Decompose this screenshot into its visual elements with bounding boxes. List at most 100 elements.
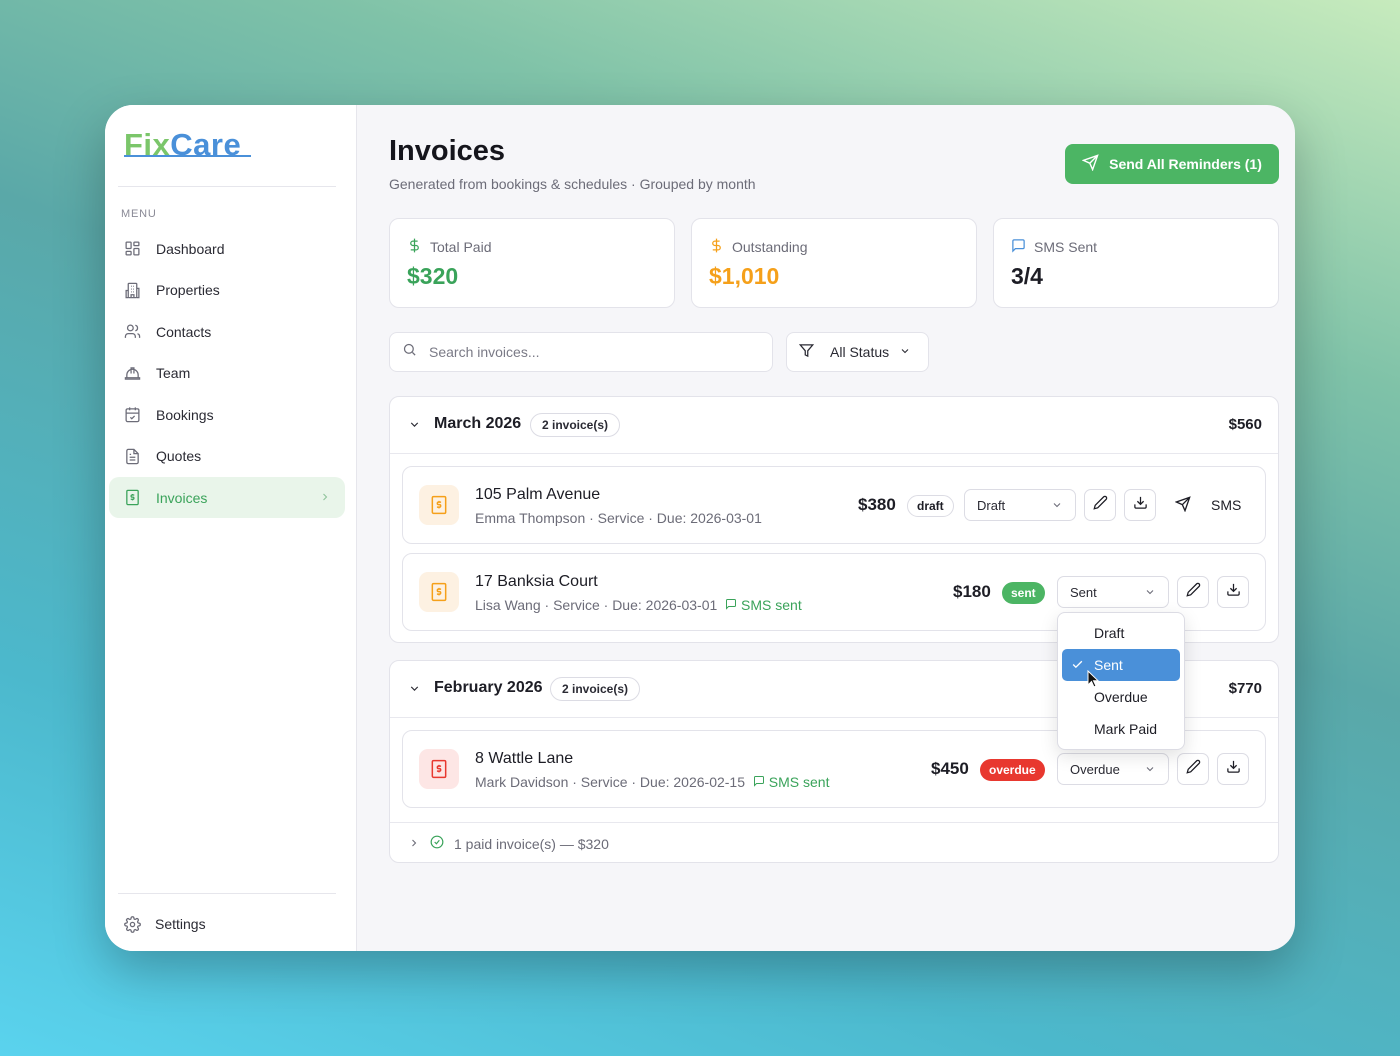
check-circle-icon bbox=[430, 835, 444, 852]
chevron-down-icon bbox=[1051, 499, 1063, 514]
chevron-down-icon[interactable] bbox=[408, 682, 421, 700]
option-label: Mark Paid bbox=[1094, 721, 1158, 737]
page-title: Invoices bbox=[389, 135, 506, 167]
sidebar-item-contacts[interactable]: Contacts bbox=[109, 311, 345, 352]
sms-sent-indicator: SMS sent bbox=[753, 774, 830, 790]
status-select-value: Overdue bbox=[1070, 761, 1120, 777]
status-select-value: Draft bbox=[977, 497, 1006, 513]
group-count-badge: 2 invoice(s) bbox=[530, 413, 621, 437]
mouse-cursor-icon bbox=[1087, 669, 1100, 693]
group-header[interactable]: March 2026 2 invoice(s) $560 bbox=[390, 397, 1278, 454]
invoice-row[interactable]: 105 Palm Avenue Emma Thompson · Service … bbox=[402, 466, 1266, 544]
status-select[interactable]: Draft bbox=[964, 489, 1076, 521]
app-window: FixCare MENU Dashboard Properties Contac… bbox=[105, 105, 1295, 951]
option-label: Overdue bbox=[1094, 689, 1148, 705]
invoice-title: 8 Wattle Lane bbox=[475, 750, 574, 767]
option-label: Draft bbox=[1094, 625, 1125, 641]
status-dropdown-menu: Draft Sent Overdue Mark Paid bbox=[1057, 612, 1185, 750]
sidebar-item-label: Quotes bbox=[156, 448, 202, 464]
dropdown-option-draft[interactable]: Draft bbox=[1062, 617, 1180, 649]
document-icon bbox=[122, 446, 142, 466]
sidebar-item-label: Bookings bbox=[156, 406, 214, 423]
sidebar-item-invoices[interactable]: Invoices bbox=[109, 477, 345, 518]
send-all-reminders-button[interactable]: Send All Reminders (1) bbox=[1065, 144, 1279, 184]
status-select[interactable]: Sent bbox=[1057, 576, 1169, 608]
send-all-reminders-label: Send All Reminders (1) bbox=[1109, 156, 1262, 172]
sidebar-item-label: Properties bbox=[156, 282, 220, 298]
edit-button[interactable] bbox=[1084, 489, 1116, 521]
sidebar: FixCare MENU Dashboard Properties Contac… bbox=[105, 105, 357, 951]
stat-value: 3/4 bbox=[1011, 263, 1043, 289]
page-subtitle: Generated from bookings & schedules · Gr… bbox=[389, 176, 756, 192]
search-input[interactable] bbox=[429, 344, 749, 360]
logo-underline bbox=[124, 155, 251, 157]
message-icon bbox=[726, 599, 737, 610]
sidebar-item-dashboard[interactable]: Dashboard bbox=[109, 228, 345, 269]
sidebar-item-quotes[interactable]: Quotes bbox=[109, 436, 345, 477]
search-box bbox=[389, 332, 773, 372]
download-button[interactable] bbox=[1124, 489, 1156, 521]
users-icon bbox=[122, 322, 142, 342]
send-sms-button[interactable]: SMS bbox=[1174, 489, 1242, 521]
filter-icon bbox=[798, 343, 815, 361]
sidebar-item-team[interactable]: Team bbox=[109, 353, 345, 394]
dollar-icon bbox=[407, 238, 422, 256]
app-logo[interactable]: FixCare bbox=[124, 127, 241, 163]
dropdown-option-overdue[interactable]: Overdue bbox=[1062, 681, 1180, 713]
sidebar-item-label: Contacts bbox=[156, 323, 212, 340]
settings-label: Settings bbox=[155, 916, 206, 932]
chevron-down-icon bbox=[899, 344, 911, 360]
invoice-icon bbox=[419, 485, 459, 525]
download-icon bbox=[1226, 582, 1241, 602]
stat-card-outstanding: Outstanding $1,010 bbox=[691, 218, 977, 308]
sidebar-item-label: Team bbox=[156, 365, 191, 381]
paid-summary-label: 1 paid invoice(s) — $320 bbox=[454, 835, 609, 852]
download-icon bbox=[1226, 759, 1241, 779]
paid-invoices-toggle[interactable]: 1 paid invoice(s) — $320 bbox=[390, 822, 1278, 862]
stat-value: $1,010 bbox=[709, 263, 780, 289]
invoice-title: 17 Banksia Court bbox=[475, 573, 598, 590]
invoice-subtitle: Lisa Wang · Service · Due: 2026-03-01 SM… bbox=[475, 597, 802, 613]
sidebar-item-settings[interactable]: Settings bbox=[122, 914, 206, 934]
invoice-amount: $380 bbox=[858, 495, 896, 514]
invoice-title: 105 Palm Avenue bbox=[475, 486, 601, 503]
stat-label: SMS Sent bbox=[1034, 239, 1098, 255]
invoice-amount: $450 bbox=[931, 759, 969, 778]
stat-label: Outstanding bbox=[732, 239, 808, 255]
pencil-icon bbox=[1185, 759, 1201, 779]
invoice-icon bbox=[419, 749, 459, 789]
invoice-subtitle: Emma Thompson · Service · Due: 2026-03-0… bbox=[475, 510, 762, 526]
chevron-down-icon[interactable] bbox=[408, 418, 421, 436]
filter-label: All Status bbox=[830, 344, 890, 360]
invoice-icon bbox=[419, 572, 459, 612]
building-icon bbox=[122, 280, 142, 300]
status-select[interactable]: Overdue bbox=[1057, 753, 1169, 785]
stat-value: $320 bbox=[407, 263, 459, 289]
edit-button[interactable] bbox=[1177, 576, 1209, 608]
invoice-subtitle: Mark Davidson · Service · Due: 2026-02-1… bbox=[475, 774, 830, 790]
message-icon bbox=[753, 776, 764, 787]
stat-label: Total Paid bbox=[430, 239, 492, 255]
dropdown-option-sent[interactable]: Sent bbox=[1062, 649, 1180, 681]
invoice-amount: $180 bbox=[953, 582, 991, 601]
sidebar-item-label: Invoices bbox=[156, 489, 208, 506]
menu-label: MENU bbox=[121, 208, 157, 220]
send-icon bbox=[1081, 154, 1099, 174]
dropdown-option-mark-paid[interactable]: Mark Paid bbox=[1062, 713, 1180, 745]
sidebar-item-properties[interactable]: Properties bbox=[109, 270, 345, 311]
dollar-icon bbox=[709, 238, 724, 256]
invoice-group-march-2026: March 2026 2 invoice(s) $560 105 Palm Av… bbox=[389, 396, 1279, 643]
download-button[interactable] bbox=[1217, 753, 1249, 785]
gear-icon bbox=[122, 914, 142, 934]
stat-card-sms-sent: SMS Sent 3/4 bbox=[993, 218, 1279, 308]
sidebar-divider bbox=[118, 893, 336, 894]
chevron-down-icon bbox=[1144, 586, 1156, 601]
calendar-icon bbox=[122, 405, 142, 425]
invoice-meta: Lisa Wang · Service · Due: 2026-03-01 bbox=[475, 597, 718, 613]
sms-label: SMS bbox=[1211, 497, 1242, 513]
edit-button[interactable] bbox=[1177, 753, 1209, 785]
pencil-icon bbox=[1092, 495, 1108, 515]
download-button[interactable] bbox=[1217, 576, 1249, 608]
status-filter-select[interactable]: All Status bbox=[786, 332, 929, 372]
sidebar-item-bookings[interactable]: Bookings bbox=[109, 394, 345, 435]
